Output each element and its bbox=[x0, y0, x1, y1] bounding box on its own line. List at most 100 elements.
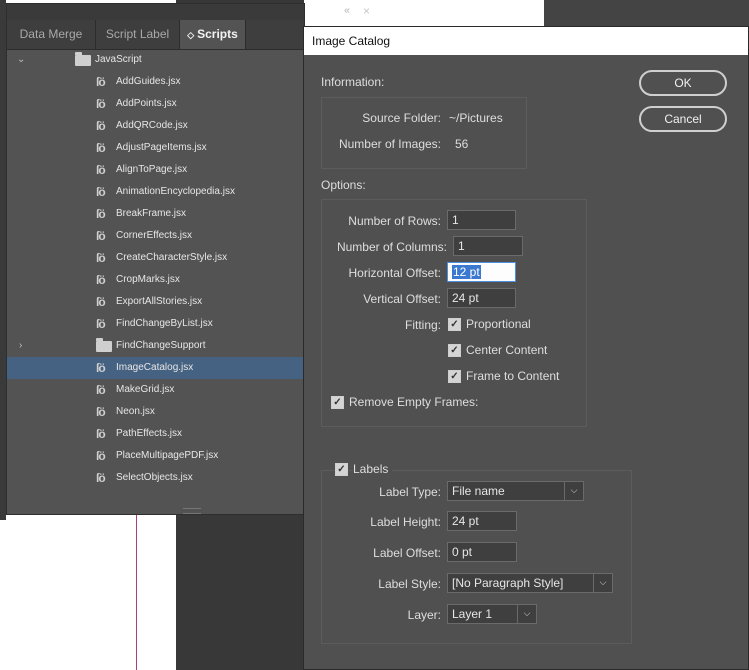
tab-script-label[interactable]: Script Label bbox=[96, 20, 180, 49]
script-icon: ſö bbox=[96, 295, 106, 309]
label-style-dropdown[interactable]: [No Paragraph Style] ⌵ bbox=[447, 573, 613, 593]
list-item-label: ImageCatalog.jsx bbox=[116, 362, 194, 373]
label-type-value: File name bbox=[452, 484, 505, 498]
script-icon: ſö bbox=[96, 273, 106, 287]
list-item-label: SelectObjects.jsx bbox=[116, 472, 193, 483]
vertical-offset-input[interactable]: 24 pt bbox=[447, 288, 516, 308]
tab-data-merge[interactable]: Data Merge bbox=[7, 20, 96, 49]
list-item[interactable]: ſö AddQRCode.jsx bbox=[7, 115, 304, 137]
collapse-panels-icon[interactable]: « bbox=[344, 5, 350, 16]
fitting-label: Fitting: bbox=[404, 318, 441, 332]
cancel-button[interactable]: Cancel bbox=[639, 106, 727, 132]
folder-row-javascript[interactable]: ⌄ JavaScript bbox=[7, 49, 304, 71]
script-icon: ſö bbox=[96, 207, 106, 221]
script-icon: ſö bbox=[96, 97, 106, 111]
scripts-list: ⌄ JavaScript ſö AddGuides.jsx ſö AddPoints… bbox=[7, 49, 304, 489]
list-item-label: PathEffects.jsx bbox=[116, 428, 182, 439]
image-catalog-dialog: Image Catalog OK Cancel Information: Sou… bbox=[303, 26, 749, 670]
list-item-label: AnimationEncyclopedia.jsx bbox=[116, 186, 235, 197]
ok-button[interactable]: OK bbox=[639, 70, 727, 96]
frame-to-content-label: Frame to Content bbox=[466, 369, 560, 383]
list-item[interactable]: ſö PathEffects.jsx bbox=[7, 423, 304, 445]
chevron-down-icon[interactable]: ⌄ bbox=[17, 49, 25, 71]
script-icon: ſö bbox=[96, 229, 106, 243]
list-item[interactable]: ſö SelectObjects.jsx bbox=[7, 467, 304, 489]
script-icon: ſö bbox=[96, 449, 106, 463]
script-icon: ſö bbox=[96, 163, 106, 177]
horizontal-offset-input[interactable]: 12 pt bbox=[447, 262, 516, 282]
label-style-label: Label Style: bbox=[378, 577, 441, 591]
dialog-title: Image Catalog bbox=[312, 34, 391, 48]
script-icon: ſö bbox=[96, 251, 106, 265]
label-offset-input[interactable]: 0 pt bbox=[447, 542, 517, 562]
folder-icon bbox=[96, 338, 112, 352]
list-item[interactable]: ſö AlignToPage.jsx bbox=[7, 159, 304, 181]
folder-label: FindChangeSupport bbox=[116, 340, 206, 351]
source-folder-value: ~/Pictures bbox=[449, 111, 503, 125]
close-panel-icon[interactable]: × bbox=[363, 4, 370, 18]
list-item[interactable]: ſö Neon.jsx bbox=[7, 401, 304, 423]
folder-label: JavaScript bbox=[95, 54, 142, 65]
proportional-checkbox[interactable]: ✓ bbox=[448, 318, 461, 331]
script-icon: ſö bbox=[96, 141, 106, 155]
chevron-right-icon[interactable]: › bbox=[19, 335, 22, 357]
horizontal-offset-label: Horizontal Offset: bbox=[348, 266, 441, 280]
list-item[interactable]: ſö PlaceMultipagePDF.jsx bbox=[7, 445, 304, 467]
columns-label: Number of Columns: bbox=[336, 240, 447, 254]
scripts-panel: « « × Data Merge Script Label ◇ Scripts ⌄… bbox=[6, 3, 370, 515]
list-item[interactable]: ſö AnimationEncyclopedia.jsx bbox=[7, 181, 304, 203]
sort-icon: ◇ bbox=[187, 30, 195, 40]
proportional-label: Proportional bbox=[466, 317, 531, 331]
layer-label: Layer: bbox=[407, 608, 441, 622]
panel-topbar: « bbox=[7, 4, 350, 20]
list-item[interactable]: ſö CornerEffects.jsx bbox=[7, 225, 304, 247]
label-height-input[interactable]: 24 pt bbox=[447, 511, 517, 531]
list-item-label: PlaceMultipagePDF.jsx bbox=[116, 450, 219, 461]
options-heading: Options: bbox=[321, 178, 366, 192]
script-icon: ſö bbox=[96, 383, 106, 397]
num-images-label: Number of Images: bbox=[338, 137, 441, 151]
rows-label: Number of Rows: bbox=[348, 214, 441, 228]
pasteboard-right bbox=[544, 0, 749, 26]
label-type-label: Label Type: bbox=[379, 485, 441, 499]
panel-resize-grip[interactable] bbox=[183, 508, 201, 514]
list-item-label: Neon.jsx bbox=[116, 406, 155, 417]
center-content-label: Center Content bbox=[466, 343, 548, 357]
list-item[interactable]: ſö MakeGrid.jsx bbox=[7, 379, 304, 401]
list-item[interactable]: ſö AddGuides.jsx bbox=[7, 71, 304, 93]
list-item-label: AddQRCode.jsx bbox=[116, 120, 188, 131]
list-item-label: CreateCharacterStyle.jsx bbox=[116, 252, 228, 263]
list-item-selected[interactable]: ſö ImageCatalog.jsx bbox=[7, 357, 304, 379]
label-type-dropdown[interactable]: File name ⌵ bbox=[447, 481, 584, 501]
dialog-titlebar[interactable]: Image Catalog bbox=[304, 27, 748, 55]
columns-input[interactable]: 1 bbox=[453, 236, 523, 256]
list-item[interactable]: ſö ExportAllStories.jsx bbox=[7, 291, 304, 313]
rows-input[interactable]: 1 bbox=[447, 210, 516, 230]
list-item-label: CornerEffects.jsx bbox=[116, 230, 192, 241]
frame-to-content-checkbox[interactable]: ✓ bbox=[448, 370, 461, 383]
folder-row-findchangesupport[interactable]: › FindChangeSupport bbox=[7, 335, 304, 357]
list-item-label: AdjustPageItems.jsx bbox=[116, 142, 207, 153]
list-item-label: BreakFrame.jsx bbox=[116, 208, 187, 219]
labels-checkbox[interactable]: ✓ bbox=[335, 463, 348, 476]
margin-guide bbox=[136, 510, 137, 670]
horizontal-offset-value: 12 pt bbox=[452, 265, 481, 279]
list-item-label: MakeGrid.jsx bbox=[116, 384, 175, 395]
list-item[interactable]: ſö CropMarks.jsx bbox=[7, 269, 304, 291]
folder-icon bbox=[75, 52, 91, 66]
list-item[interactable]: ſö FindChangeByList.jsx bbox=[7, 313, 304, 335]
source-folder-label: Source Folder: bbox=[362, 111, 441, 125]
layer-dropdown[interactable]: Layer 1 ⌵ bbox=[447, 604, 537, 624]
layer-value: Layer 1 bbox=[452, 607, 493, 621]
label-offset-label: Label Offset: bbox=[373, 546, 441, 560]
remove-empty-frames-checkbox[interactable]: ✓ bbox=[331, 396, 344, 409]
center-content-checkbox[interactable]: ✓ bbox=[448, 344, 461, 357]
tab-scripts[interactable]: ◇ Scripts bbox=[180, 20, 246, 49]
options-group bbox=[321, 199, 587, 427]
list-item[interactable]: ſö BreakFrame.jsx bbox=[7, 203, 304, 225]
list-item[interactable]: ſö AddPoints.jsx bbox=[7, 93, 304, 115]
remove-empty-frames-label: Remove Empty Frames: bbox=[349, 395, 479, 409]
list-item[interactable]: ſö CreateCharacterStyle.jsx bbox=[7, 247, 304, 269]
list-item-label: ExportAllStories.jsx bbox=[116, 296, 203, 307]
list-item[interactable]: ſö AdjustPageItems.jsx bbox=[7, 137, 304, 159]
